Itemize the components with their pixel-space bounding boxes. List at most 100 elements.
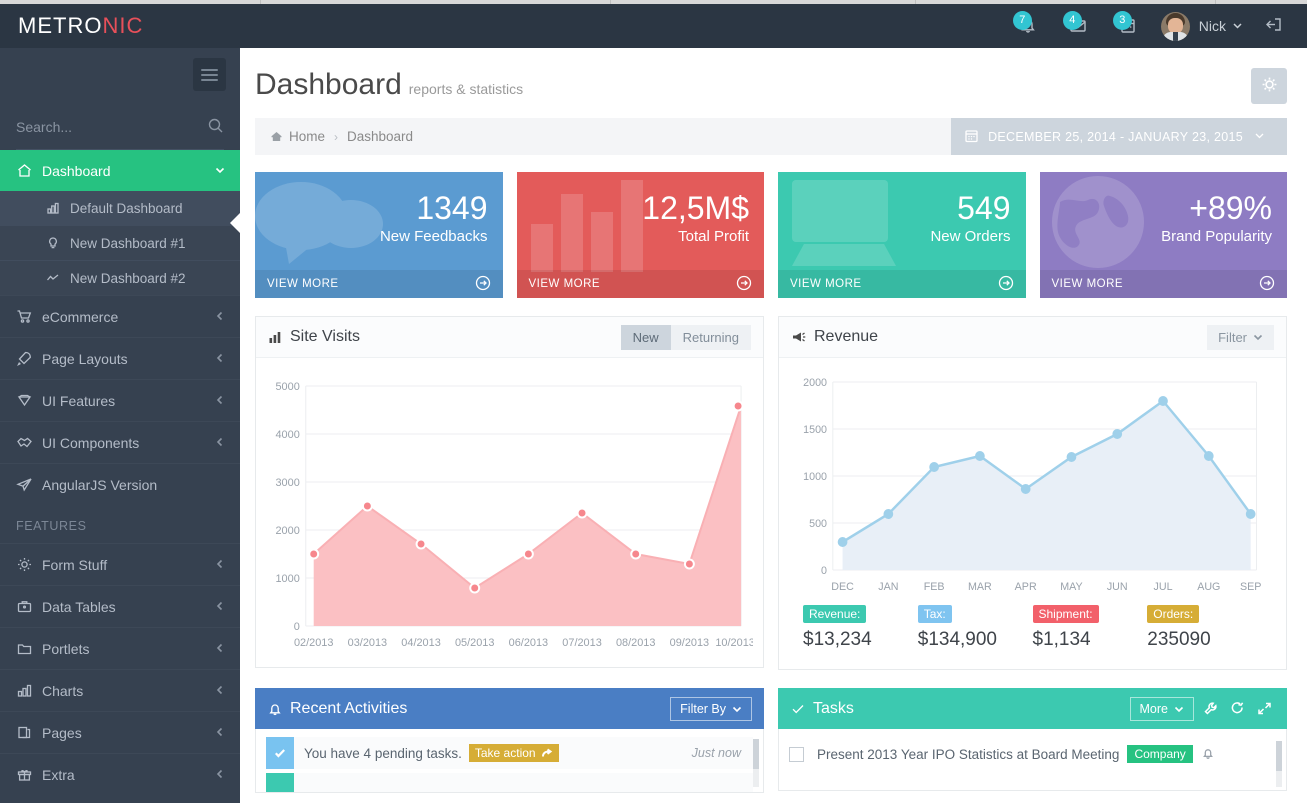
calendar-icon: [964, 128, 988, 146]
tile-view-more[interactable]: VIEW MORE: [517, 270, 765, 298]
tile-number: 1349: [380, 192, 488, 226]
search-input[interactable]: [16, 119, 196, 135]
task-checkbox[interactable]: [789, 747, 804, 762]
gear-icon: [16, 556, 42, 573]
sidebar-item-new-dashboard-2[interactable]: New Dashboard #2: [0, 260, 240, 295]
tile-new-feedbacks[interactable]: 1349 New Feedbacks VIEW MORE: [255, 172, 503, 298]
sidebar-link-ui-features[interactable]: UI Features: [0, 380, 240, 421]
site-visits-chart[interactable]: 5000 4000 3000 2000 1000 0 02/2013 03/20…: [266, 368, 753, 659]
sidebar-item-default-dashboard[interactable]: Default Dashboard: [0, 191, 240, 225]
page-title-text: Dashboard: [255, 68, 402, 101]
sidebar-item-charts[interactable]: Charts: [0, 669, 240, 711]
tile-view-more[interactable]: VIEW MORE: [1040, 270, 1288, 298]
tile-view-more[interactable]: VIEW MORE: [255, 270, 503, 298]
tab-returning[interactable]: Returning: [671, 325, 751, 350]
sidebar-sublabel: New Dashboard #2: [70, 271, 186, 286]
scrollbar-thumb[interactable]: [753, 739, 759, 769]
tasks-button[interactable]: 3: [1103, 4, 1153, 48]
expand-icon[interactable]: [1253, 698, 1275, 720]
brand-part-1: METRO: [18, 13, 102, 38]
scrollbar-thumb[interactable]: [1276, 741, 1282, 771]
sidebar-link-ecommerce[interactable]: eCommerce: [0, 296, 240, 337]
avatar: [1161, 12, 1190, 41]
sidebar-label-dashboard: Dashboard: [42, 163, 214, 179]
sidebar-link-charts[interactable]: Charts: [0, 670, 240, 711]
tile-brand-popularity[interactable]: +89% Brand Popularity VIEW MORE: [1040, 172, 1288, 298]
diamond-icon: [16, 392, 42, 409]
tab-new[interactable]: New: [621, 325, 671, 350]
list-item[interactable]: Present 2013 Year IPO Statistics at Boar…: [789, 739, 1276, 769]
sidebar-label-ecommerce: eCommerce: [42, 309, 214, 325]
sidebar-item-ecommerce[interactable]: eCommerce: [0, 295, 240, 337]
sidebar-link-angularjs-version[interactable]: AngularJS Version: [0, 464, 240, 505]
sidebar-link-portlets[interactable]: Portlets: [0, 628, 240, 669]
comment-icon: [255, 172, 385, 272]
sidebar-item-page-layouts[interactable]: Page Layouts: [0, 337, 240, 379]
page-settings-button[interactable]: [1251, 68, 1287, 104]
notifications-button[interactable]: 7: [1003, 4, 1053, 48]
sidebar-toggle-button[interactable]: [193, 58, 226, 91]
sidebar-item-extra[interactable]: Extra: [0, 753, 240, 795]
inbox-button[interactable]: 4: [1053, 4, 1103, 48]
revenue-chart[interactable]: 2000 1500 1000 500 0 DEC JAN FEB MAR APR: [789, 368, 1276, 599]
take-action-button[interactable]: Take action: [469, 744, 559, 762]
more-button[interactable]: More: [1130, 697, 1194, 721]
sidebar-link-form-stuff[interactable]: Form Stuff: [0, 544, 240, 585]
sidebar-item-pages[interactable]: Pages: [0, 711, 240, 753]
sidebar-item-form-stuff[interactable]: Form Stuff: [0, 543, 240, 585]
sidebar-item-dashboard[interactable]: Dashboard Default Dashboard: [0, 150, 240, 295]
activity-time: Just now: [692, 746, 753, 760]
sidebar-item-portlets[interactable]: Portlets: [0, 627, 240, 669]
tile-total-profit[interactable]: 12,5M$ Total Profit VIEW MORE: [517, 172, 765, 298]
sidebar-link-new-dashboard-2[interactable]: New Dashboard #2: [0, 261, 240, 295]
sidebar-item-ui-features[interactable]: UI Features: [0, 379, 240, 421]
brand-logo[interactable]: METRONIC: [0, 4, 240, 48]
home-icon: [16, 162, 42, 179]
sidebar-link-dashboard[interactable]: Dashboard: [0, 150, 240, 191]
sidebar-submenu-dashboard: Default Dashboard New Dashboard #1: [0, 191, 240, 295]
sidebar-link-pages[interactable]: Pages: [0, 712, 240, 753]
sidebar-item-ui-components[interactable]: UI Components: [0, 421, 240, 463]
sidebar-link-new-dashboard-1[interactable]: New Dashboard #1: [0, 226, 240, 260]
x-tick: 03/2013: [348, 637, 387, 649]
tile-view-more[interactable]: VIEW MORE: [778, 270, 1026, 298]
search-icon[interactable]: [207, 117, 224, 137]
revenue-stat-value: $1,134: [1033, 629, 1148, 651]
notifications-badge: 7: [1013, 11, 1032, 30]
portlet-title: Recent Activities: [290, 700, 407, 718]
sidebar-label-ui-features: UI Features: [42, 393, 214, 409]
take-action-label: Take action: [475, 746, 536, 760]
breadcrumb-home[interactable]: Home: [270, 129, 325, 144]
sidebar-item-new-dashboard-1[interactable]: New Dashboard #1: [0, 225, 240, 260]
globe-icon: [1040, 172, 1170, 272]
list-item[interactable]: [266, 773, 753, 793]
logout-button[interactable]: [1253, 4, 1293, 48]
wrench-icon[interactable]: [1199, 698, 1221, 720]
activity-text: You have 4 pending tasks.: [304, 746, 462, 761]
sidebar-label-page-layouts: Page Layouts: [42, 351, 214, 367]
bell-icon[interactable]: [1201, 746, 1215, 763]
y-tick: 3000: [275, 477, 299, 489]
portlet-recent-activities: Recent Activities Filter By: [255, 688, 764, 793]
filter-by-button[interactable]: Filter By: [670, 697, 752, 721]
sidebar-link-page-layouts[interactable]: Page Layouts: [0, 338, 240, 379]
sidebar-link-ui-components[interactable]: UI Components: [0, 422, 240, 463]
tile-new-orders[interactable]: 549 New Orders VIEW MORE: [778, 172, 1026, 298]
sidebar-item-data-tables[interactable]: Data Tables: [0, 585, 240, 627]
x-tick: 05/2013: [455, 637, 494, 649]
sidebar-link-default-dashboard[interactable]: Default Dashboard: [0, 191, 240, 225]
handshake-icon: [16, 434, 42, 451]
tile-view-more-label: VIEW MORE: [790, 278, 862, 290]
daterange-picker[interactable]: DECEMBER 25, 2014 - JANUARY 23, 2015: [951, 118, 1287, 155]
breadcrumb-current: Dashboard: [347, 129, 413, 144]
sidebar-link-extra[interactable]: Extra: [0, 754, 240, 795]
sidebar-link-data-tables[interactable]: Data Tables: [0, 586, 240, 627]
tile-details: 12,5M$ Total Profit: [642, 192, 749, 245]
paper-plane-icon: [16, 476, 42, 493]
chevron-left-icon: [214, 725, 226, 741]
user-menu[interactable]: Nick: [1153, 12, 1253, 41]
list-item[interactable]: You have 4 pending tasks. Take action Ju…: [266, 737, 753, 769]
refresh-icon[interactable]: [1226, 698, 1248, 720]
sidebar-item-angularjs-version[interactable]: AngularJS Version: [0, 463, 240, 505]
revenue-filter-button[interactable]: Filter: [1207, 325, 1274, 350]
